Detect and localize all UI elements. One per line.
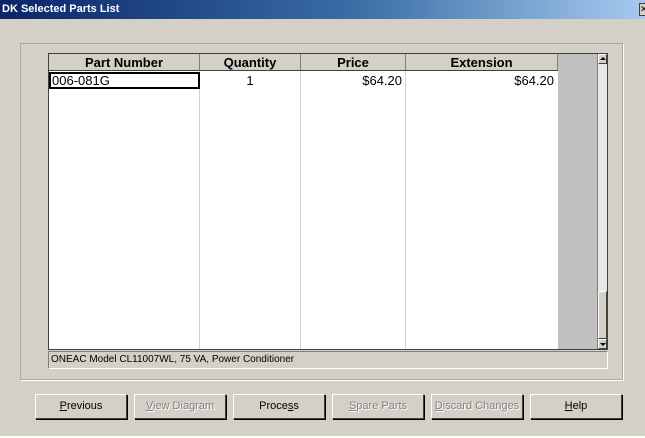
cell-quantity[interactable]: 1 xyxy=(200,72,300,89)
scroll-up-arrow-icon[interactable] xyxy=(598,54,607,64)
help-button[interactable]: Help xyxy=(530,394,622,419)
title-bar[interactable]: DK Selected Parts List ✕ xyxy=(0,0,645,19)
previous-button[interactable]: Previous xyxy=(35,394,127,419)
window-title: DK Selected Parts List xyxy=(2,3,120,15)
part-description: ONEAC Model CL11007WL, 75 VA, Power Cond… xyxy=(48,351,608,369)
view-diagram-button[interactable]: View Diagram xyxy=(134,394,226,419)
scroll-down-arrow-icon[interactable] xyxy=(598,339,607,349)
vertical-scrollbar[interactable] xyxy=(597,54,607,349)
close-icon[interactable]: ✕ xyxy=(639,3,645,16)
grid-empty-area xyxy=(558,54,598,349)
column-header-quantity[interactable]: Quantity xyxy=(200,54,301,71)
parts-grid: Part Number Quantity Price Extension 006… xyxy=(48,53,608,350)
column-header-part-number[interactable]: Part Number xyxy=(49,54,200,71)
cell-price[interactable]: $64.20 xyxy=(301,72,404,89)
process-button[interactable]: Process xyxy=(233,394,325,419)
column-header-extension[interactable]: Extension xyxy=(406,54,558,71)
column-divider xyxy=(405,71,406,349)
column-divider xyxy=(199,71,200,349)
column-divider xyxy=(300,71,301,349)
cell-part-number[interactable]: 006-081G xyxy=(49,72,200,89)
discard-changes-button[interactable]: Discard Changes xyxy=(431,394,523,419)
cell-extension[interactable]: $64.20 xyxy=(406,72,556,89)
scroll-thumb[interactable] xyxy=(598,291,607,339)
parts-list-window: DK Selected Parts List ✕ Part Number Qua… xyxy=(0,0,645,436)
spare-parts-button[interactable]: Spare Parts xyxy=(332,394,424,419)
grid-header: Part Number Quantity Price Extension xyxy=(49,54,558,71)
column-header-price[interactable]: Price xyxy=(301,54,406,71)
